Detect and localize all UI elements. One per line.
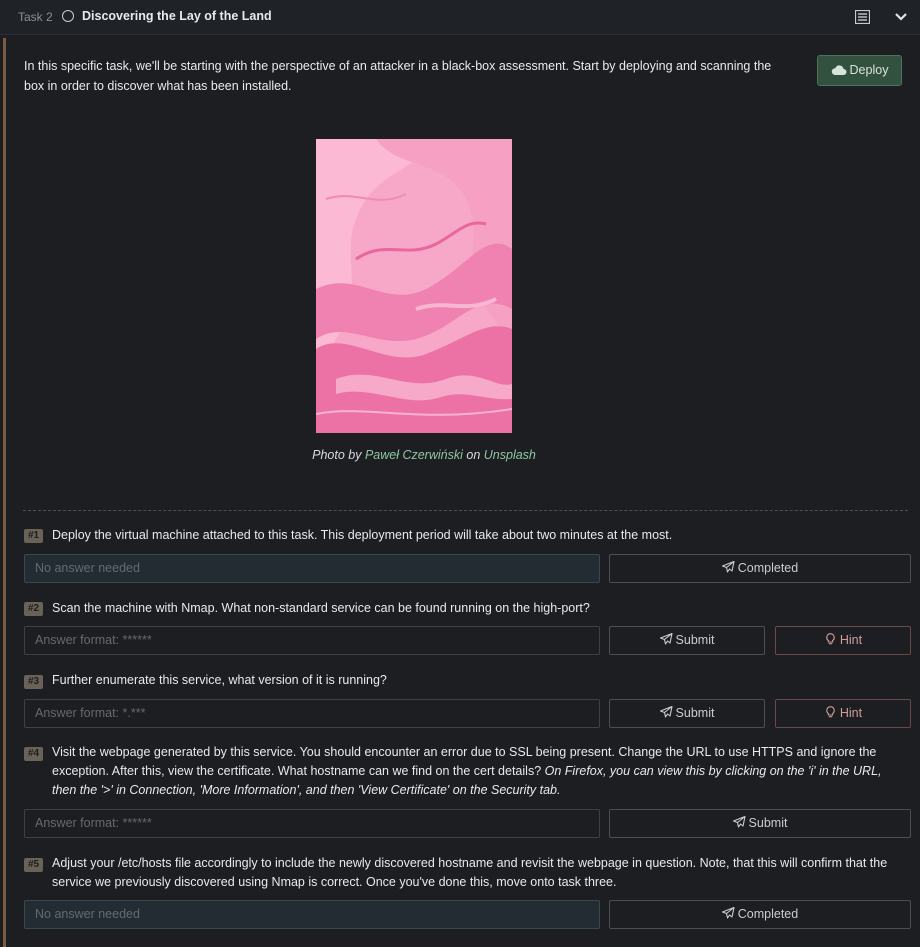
lightbulb-icon [826, 633, 835, 645]
chevron-down-icon[interactable] [893, 10, 909, 24]
question-number-badge: #5 [24, 858, 43, 872]
section-divider [23, 510, 908, 511]
submit-button[interactable]: Submit [609, 699, 765, 728]
answer-field[interactable]: No answer needed [24, 900, 600, 929]
hint-button[interactable]: Hint [775, 699, 911, 728]
submit-label: Submit [675, 633, 715, 647]
cloud-icon [831, 65, 847, 75]
question-number-badge: #4 [24, 747, 43, 761]
question-text: Further enumerate this service, what ver… [52, 673, 387, 687]
task-photo [316, 139, 512, 433]
submit-button[interactable]: Submit [609, 809, 911, 838]
submit-label: Submit [748, 816, 788, 830]
list-icon[interactable] [855, 10, 870, 24]
hint-label: Hint [839, 706, 863, 720]
photo-author-link[interactable]: Paweł Czerwiński [365, 448, 463, 462]
completed-button[interactable]: Completed [609, 900, 911, 929]
question-number-badge: #1 [24, 529, 43, 543]
deploy-button[interactable]: Deploy [817, 55, 902, 86]
completed-button[interactable]: Completed [609, 554, 911, 583]
caption-prefix: Photo by [312, 448, 362, 462]
answer-input[interactable]: Answer format: ****** [24, 809, 600, 838]
task-intro-text: In this specific task, we'll be starting… [24, 59, 772, 93]
question-text: Visit the webpage generated by this serv… [52, 743, 907, 800]
submit-button[interactable]: Submit [609, 626, 765, 655]
question-text: Scan the machine with Nmap. What non-sta… [52, 601, 590, 615]
paper-plane-icon [721, 907, 735, 919]
deploy-button-label: Deploy [849, 63, 889, 77]
submit-label: Submit [675, 706, 715, 720]
completed-label: Completed [737, 907, 799, 921]
hint-label: Hint [839, 633, 863, 647]
paper-plane-icon [732, 816, 746, 828]
question-number-badge: #3 [24, 675, 43, 689]
task-number-label: Task 2 [18, 10, 53, 24]
task-title: Discovering the Lay of the Land [82, 9, 272, 23]
paper-plane-icon [659, 706, 673, 718]
answer-input[interactable]: Answer format: ****** [24, 626, 600, 655]
caption-middle: on [466, 448, 481, 462]
photo-caption: Photo by Paweł Czerwiński on Unsplash [24, 448, 824, 462]
task-panel: In this specific task, we'll be starting… [3, 38, 919, 947]
question-text: Adjust your /etc/hosts file accordingly … [52, 856, 888, 889]
unsplash-link[interactable]: Unsplash [484, 448, 536, 462]
completed-label: Completed [737, 561, 799, 575]
circle-icon [62, 10, 74, 22]
paper-plane-icon [721, 561, 735, 573]
task-header[interactable]: Task 2 Discovering the Lay of the Land [0, 0, 920, 35]
question-number-badge: #2 [24, 602, 43, 616]
lightbulb-icon [826, 706, 835, 718]
answer-field[interactable]: No answer needed [24, 554, 600, 583]
hint-button[interactable]: Hint [775, 626, 911, 655]
answer-input[interactable]: Answer format: *.*** [24, 699, 600, 728]
question-text: Deploy the virtual machine attached to t… [52, 528, 673, 542]
paper-plane-icon [659, 633, 673, 645]
